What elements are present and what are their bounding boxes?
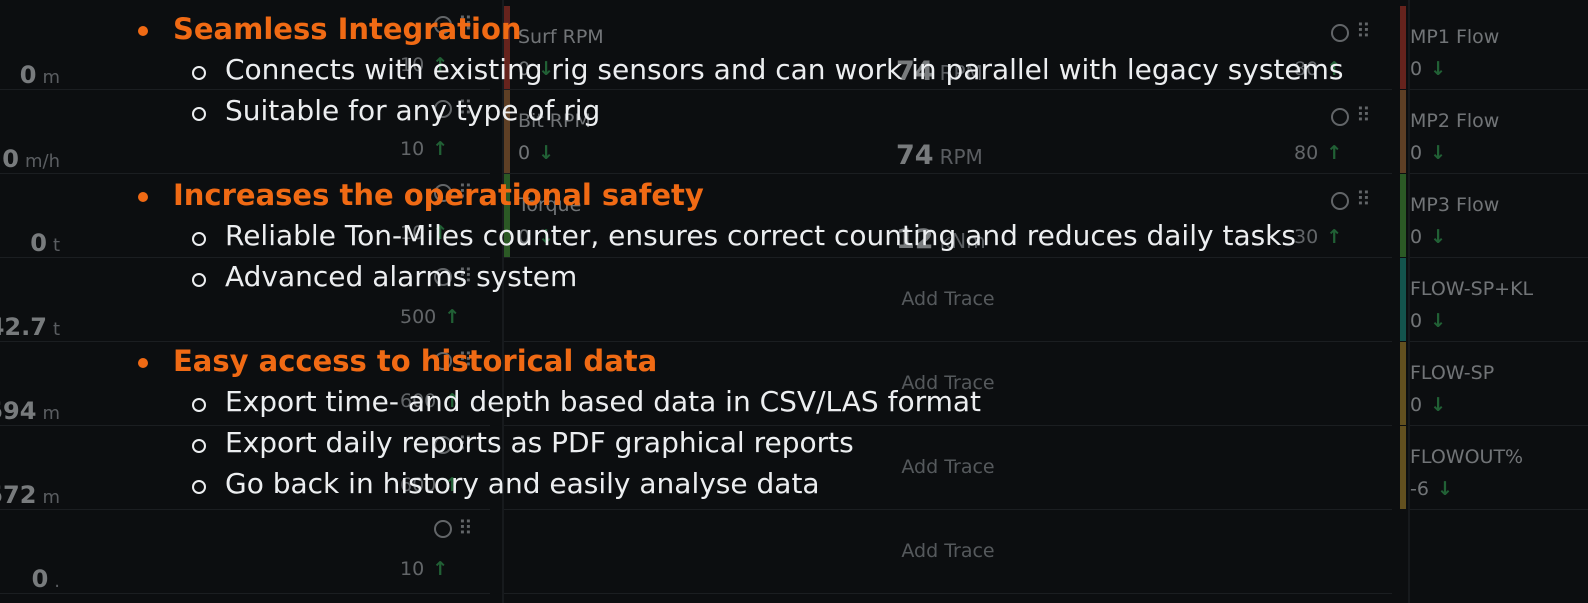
feature-item: Connects with existing rig sensors and c…: [192, 53, 1344, 86]
feature-item: Suitable for any type of rig: [192, 94, 600, 127]
feature-overlay: Seamless Integration Connects with exist…: [0, 0, 1588, 603]
feature-item: Go back in history and easily analyse da…: [192, 467, 820, 500]
feature-heading: Increases the operational safety: [138, 178, 704, 212]
feature-item: Export time- and depth based data in CSV…: [192, 385, 981, 418]
feature-heading: Seamless Integration: [138, 12, 522, 46]
feature-heading: Easy access to historical data: [138, 344, 657, 378]
feature-item: Reliable Ton-Miles counter, ensures corr…: [192, 219, 1296, 252]
feature-item: Export daily reports as PDF graphical re…: [192, 426, 854, 459]
feature-item: Advanced alarms system: [192, 260, 577, 293]
